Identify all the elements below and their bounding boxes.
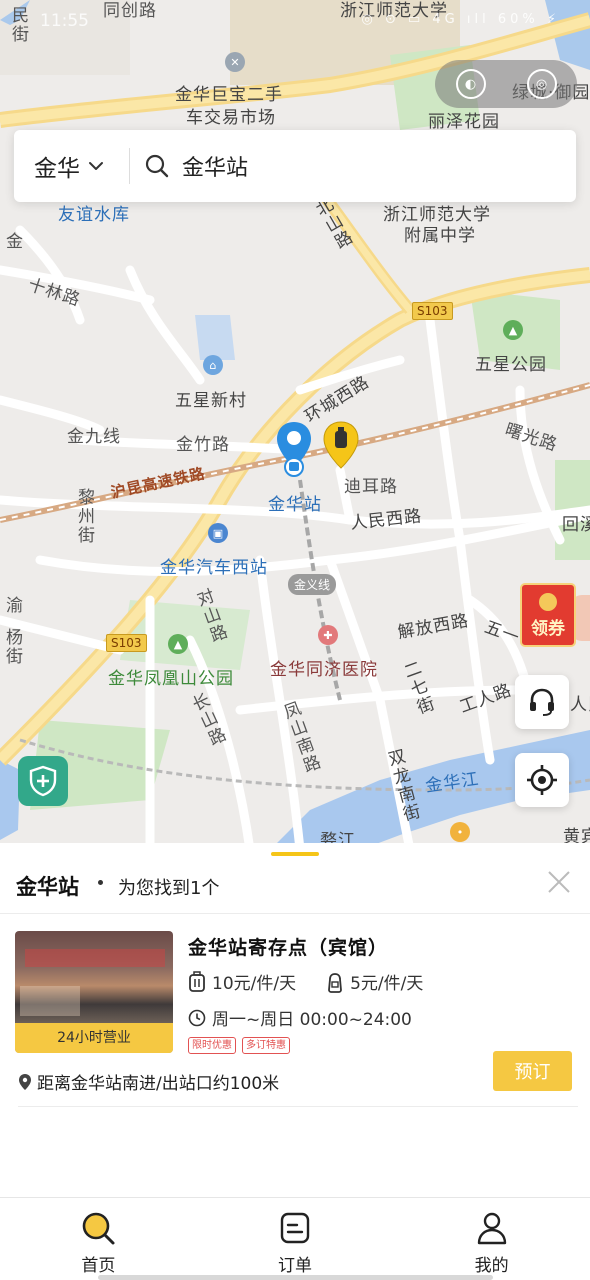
search-field[interactable] [130,130,576,202]
safety-shield-button[interactable] [18,756,68,806]
map-label: 附属中学 [404,226,476,246]
sheet-drag-handle[interactable] [271,852,319,856]
distance-text: 距离金华站南进/出站口约100米 [37,1074,280,1094]
map-label: 五星新村 [175,391,247,411]
coupon-promo-button[interactable]: 领券 [520,583,590,651]
status-time: 11:55 [40,11,89,31]
search-icon [83,1212,115,1245]
price-small-item: 5元/件/天 [350,974,424,994]
status-bar: 11:55 ◎ ⊙ ▭ 4G ıll 60% ⚡ [0,0,590,40]
map-label: 金华巨宝二手 [175,85,283,105]
coin-icon [539,593,557,611]
map-label: 五星公园 [475,355,547,375]
bus-station-icon: ▣ [208,523,228,543]
price-row: 10元/件/天 5元/件/天 [188,969,423,994]
city-selector[interactable]: 金华 [14,130,129,202]
place-name[interactable]: 金华站寄存点（宾馆） [188,933,388,960]
price-large-item: 10元/件/天 [212,974,297,994]
distance-row: 距离金华站南进/出站口约100米 [18,1069,279,1094]
map-label: 金华站 [268,495,322,515]
hours-row: 周一~周日 00:00~24:00 [188,1005,412,1030]
search-input[interactable] [182,153,482,179]
profile-icon [477,1212,506,1245]
compass-icon[interactable]: ◎ [526,69,557,99]
crosshair-icon [527,765,557,795]
promo-tag: 限时优惠 [188,1037,236,1054]
storage-point-photo[interactable]: 24小时营业 [15,931,173,1053]
result-count-text: 为您找到1个 [118,878,220,899]
backpack-icon [328,972,342,993]
results-sheet: 金华站 为您找到1个 24小时营业 金华站寄存点（宾馆） 10元/件/天 5元/… [0,843,590,1198]
status-icons: ◎ ⊙ ▭ 4G ıll 60% ⚡ [361,12,560,27]
map-label: 金 [2,232,22,251]
orders-icon [280,1212,310,1244]
residential-icon: ⌂ [203,355,223,375]
business-hours: 周一~周日 00:00~24:00 [212,1010,412,1030]
chevron-down-icon [89,162,103,170]
promo-tags: 限时优惠 多订特惠 [188,1037,296,1054]
sheet-header: 金华站 为您找到1个 [0,863,590,913]
map-label: 迪耳路 [344,477,398,497]
tab-profile[interactable]: 我的 [393,1198,590,1280]
map-label: 黎州街 [74,488,94,545]
map-view[interactable]: 民街 同创路 浙江师范大学 ✕ 金华巨宝二手 车交易市场 绿城·御园 丽泽花园 … [0,0,590,850]
sheet-title: 金华站 [16,875,79,899]
map-label: 丽泽花园 [428,112,500,132]
poi-icon: • [450,822,470,842]
tab-label: 订单 [278,1256,312,1276]
promo-tag: 多订特惠 [242,1037,290,1054]
tab-label: 首页 [81,1256,116,1276]
park-icon: ▲ [503,320,523,340]
suitcase-icon [189,970,205,992]
map-label: 渝 [2,596,22,615]
map-layer-toggle[interactable]: ◐ ◎ [435,60,577,108]
open-hours-badge: 24小时营业 [15,1023,173,1053]
map-label: 金华凤凰山公园 [108,669,234,689]
bottom-tab-bar: 首页 订单 我的 [0,1197,590,1280]
map-label: 人民 [570,695,590,715]
photo-detail [20,986,80,1016]
map-label: 回溪 [562,515,590,535]
map-label: 友谊水库 [58,205,130,225]
result-card[interactable]: 24小时营业 金华站寄存点（宾馆） 10元/件/天 5元/件/天 周一~周日 0… [0,921,590,1111]
tab-label: 我的 [474,1256,509,1276]
customer-service-button[interactable] [515,675,569,729]
map-label: 金华汽车西站 [160,558,268,578]
location-pin-icon [19,1073,31,1090]
city-label: 金华 [34,156,80,182]
highway-badge: S103 [106,634,147,652]
map-label: 杨街 [2,628,22,666]
coupon-label: 领券 [531,619,565,639]
park-icon: ▲ [168,634,188,654]
divider [18,1106,578,1107]
book-button[interactable]: 预订 [493,1051,572,1091]
search-icon [145,154,169,178]
car-market-icon: ✕ [225,52,245,72]
map-label: 金九线 [67,427,121,447]
luggage-pin-icon[interactable] [322,420,360,472]
headset-icon [530,688,554,716]
map-label: 车交易市场 [186,108,276,128]
metro-line-badge: 金义线 [288,574,337,595]
station-pin-icon[interactable] [275,420,313,482]
map-label: 金竹路 [176,435,230,455]
close-icon[interactable] [544,867,574,897]
highway-badge: S103 [412,302,453,320]
hospital-icon: ✚ [318,625,338,645]
home-indicator [98,1275,493,1280]
tab-home[interactable]: 首页 [0,1198,197,1280]
separator-dot [98,880,103,885]
shield-plus-icon [29,765,57,797]
tab-orders[interactable]: 订单 [197,1198,394,1280]
photo-detail [25,949,165,967]
locate-me-button[interactable] [515,753,569,807]
red-envelope-icon: 领券 [520,583,576,647]
clock-icon [188,1009,206,1026]
map-label: 金华同济医院 [270,660,378,680]
search-bar: 金华 [14,130,576,202]
layer-icon[interactable]: ◐ [455,69,486,99]
divider [0,913,590,914]
